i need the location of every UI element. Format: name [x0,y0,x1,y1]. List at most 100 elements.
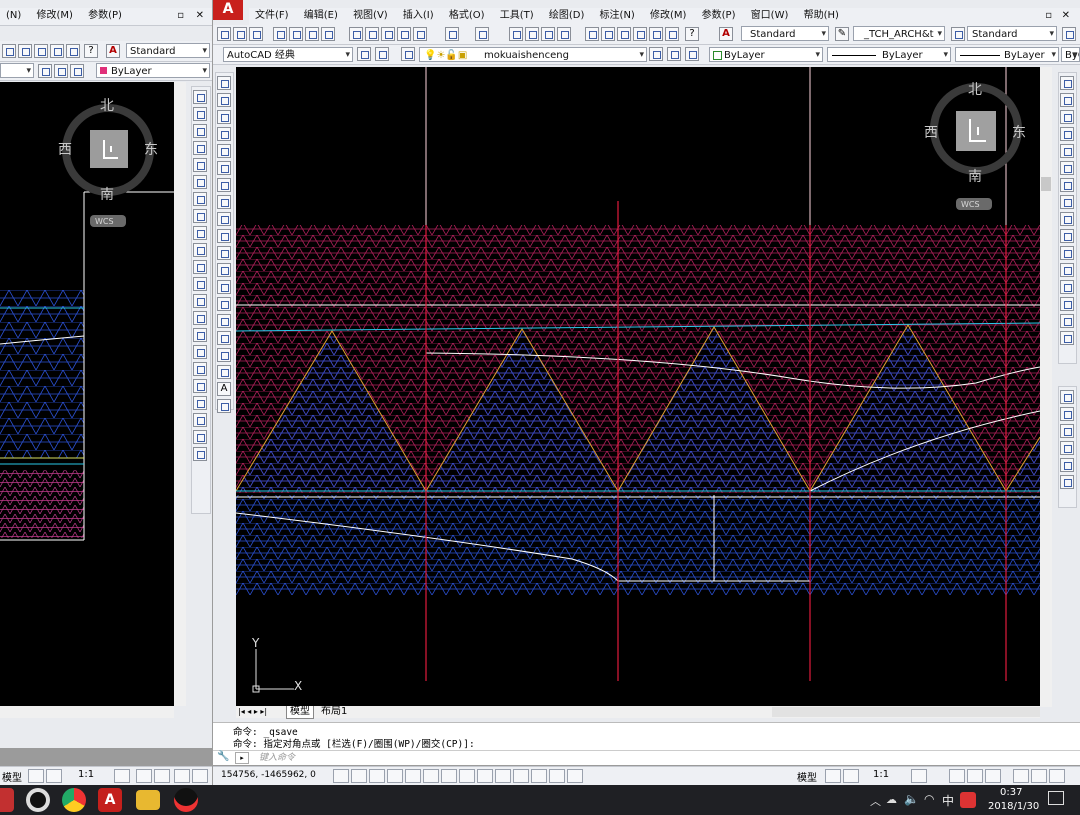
right-model-label[interactable]: 模型 [797,769,817,784]
linetype-combo[interactable]: ByLayer [827,47,951,62]
redo-icon[interactable] [475,27,489,41]
publish-icon[interactable] [305,27,319,41]
left-menu-item[interactable]: 修改(M) [30,8,78,24]
menu-format[interactable]: 格式(O) [443,8,491,24]
status-icon[interactable] [28,769,44,783]
toolbar-icon[interactable] [18,44,32,58]
ime-indicator[interactable]: 中 [942,792,954,809]
autocad-app-button[interactable]: A [213,0,243,20]
lineweight-combo[interactable]: ByLayer [955,47,1059,62]
polygon-icon[interactable] [217,127,231,141]
draw-order-icon[interactable] [1060,407,1074,421]
left-style-combo[interactable]: Standard [126,43,210,58]
close-icon[interactable]: ✕ [190,8,210,24]
draw-order-icon[interactable] [1060,458,1074,472]
circle-icon[interactable] [217,178,231,192]
dim-style-icon[interactable]: ✎ [835,27,849,41]
file-explorer-icon[interactable] [136,790,160,810]
properties-icon[interactable] [585,27,599,41]
draw-order-icon[interactable] [1060,475,1074,489]
menu-edit[interactable]: 编辑(E) [298,8,344,24]
spline-icon[interactable] [217,212,231,226]
region-icon[interactable] [217,348,231,362]
otrack-icon[interactable] [459,769,475,783]
tray-volume-icon[interactable]: 🔈 [904,792,919,806]
draw-tool-icon[interactable] [193,90,207,104]
status-icon[interactable] [1013,769,1029,783]
table-icon[interactable] [217,365,231,379]
zoom-realtime-icon[interactable] [525,27,539,41]
tray-wifi-icon[interactable]: ◠ [924,792,934,806]
status-icon[interactable] [192,769,208,783]
draw-tool-icon[interactable] [193,430,207,444]
sheet-set-icon[interactable] [633,27,647,41]
copy-object-icon[interactable] [1060,93,1074,107]
clock-date[interactable]: 2018/1/30 [988,801,1039,812]
scroll-thumb[interactable] [1041,177,1051,191]
stretch-icon[interactable] [1060,212,1074,226]
color-combo[interactable]: ByLayer [709,47,823,62]
coordinate-readout[interactable]: 154756, -1465962, 0 [221,770,316,780]
calculator-icon[interactable] [665,27,679,41]
fillet-icon[interactable] [1060,314,1074,328]
toolbar-icon[interactable] [70,64,84,78]
menu-parameter[interactable]: 参数(P) [696,8,742,24]
menu-dimension[interactable]: 标注(N) [594,8,641,24]
menu-draw[interactable]: 绘图(D) [543,8,591,24]
cut-icon[interactable] [349,27,363,41]
tray-app-icon[interactable] [960,792,976,808]
clock-time[interactable]: 0:37 [1000,787,1022,798]
save-icon[interactable] [249,27,263,41]
status-icon[interactable] [1049,769,1065,783]
rotate-icon[interactable] [1060,178,1074,192]
horizontal-scrollbar[interactable] [772,707,1040,717]
move-icon[interactable] [1060,161,1074,175]
preview-icon[interactable] [289,27,303,41]
draw-tool-icon[interactable] [193,328,207,342]
left-vertical-scrollbar[interactable] [174,82,186,706]
add-selected-icon[interactable] [217,399,231,413]
taskbar-app-icon[interactable] [0,788,14,812]
text-style-combo[interactable]: Standard [741,26,829,41]
left-horizontal-scrollbar[interactable] [0,706,174,718]
construction-line-icon[interactable] [217,93,231,107]
grid-display-icon[interactable] [369,769,385,783]
status-icon[interactable] [136,769,152,783]
status-icon[interactable] [114,769,130,783]
print-icon[interactable] [273,27,287,41]
left-drawing-canvas[interactable]: 北 南 西 东 WCS [0,82,174,706]
draw-tool-icon[interactable] [193,396,207,410]
break-icon[interactable] [1060,263,1074,277]
multileader-style-icon[interactable] [1062,27,1076,41]
paste-icon[interactable] [381,27,395,41]
customize-icon[interactable] [375,47,389,61]
left-menu-item[interactable]: (N) [0,8,27,24]
ducs-icon[interactable] [477,769,493,783]
dynamic-input-icon[interactable] [495,769,511,783]
plot-style-combo[interactable]: ByC [1061,47,1080,62]
tab-model[interactable]: 模型 [286,706,314,719]
draw-tool-icon[interactable] [193,379,207,393]
layer-properties-icon[interactable] [401,47,415,61]
make-current-layer-icon[interactable] [649,47,663,61]
draw-tool-icon[interactable] [193,243,207,257]
left-layer-field[interactable] [0,63,34,78]
qq-icon[interactable] [174,788,198,812]
draw-order-icon[interactable] [1060,390,1074,404]
transparency-icon[interactable] [531,769,547,783]
erase-icon[interactable] [1060,76,1074,90]
chrome-icon[interactable] [62,788,86,812]
status-icon[interactable] [911,769,927,783]
status-icon[interactable] [174,769,190,783]
draw-tool-icon[interactable] [193,362,207,376]
mirror-icon[interactable] [1060,110,1074,124]
help-icon[interactable]: ? [84,44,98,58]
compass-south[interactable]: 南 [968,169,982,185]
arc-icon[interactable] [217,161,231,175]
autocad-taskbar-icon[interactable]: A [98,788,122,812]
status-icon[interactable] [985,769,1001,783]
table-style-icon[interactable] [951,27,965,41]
status-icon[interactable] [967,769,983,783]
text-style-icon[interactable]: A [106,44,120,58]
draw-tool-icon[interactable] [193,158,207,172]
